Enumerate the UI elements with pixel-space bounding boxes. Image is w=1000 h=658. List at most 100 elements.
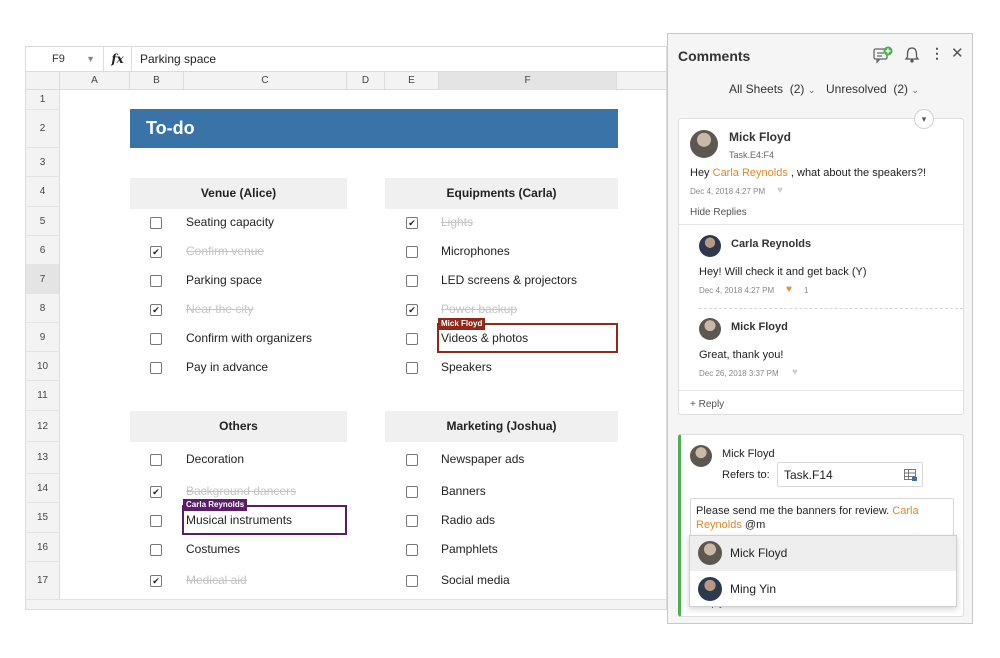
cell-reference-link[interactable]: Task.E4:F4 xyxy=(729,150,774,160)
refers-to-field[interactable]: Task.F14 xyxy=(777,462,923,487)
mention[interactable]: Carla Reynolds xyxy=(713,167,788,179)
reply-link[interactable]: + Reply xyxy=(690,399,724,410)
task-checkbox[interactable] xyxy=(150,333,162,345)
row-header[interactable]: 12 xyxy=(26,411,60,442)
row-header[interactable]: 10 xyxy=(26,352,60,381)
task-label[interactable]: Confirm with organizers xyxy=(186,331,312,345)
task-checkbox[interactable] xyxy=(150,575,162,587)
row-header[interactable]: 15 xyxy=(26,503,60,533)
formula-input[interactable]: Parking space xyxy=(140,47,216,72)
task-checkbox[interactable] xyxy=(150,486,162,498)
task-checkbox[interactable] xyxy=(150,304,162,316)
task-checkbox[interactable] xyxy=(406,217,418,229)
task-label[interactable]: Medical aid xyxy=(186,573,247,587)
task-label[interactable]: Background dancers xyxy=(186,484,296,498)
chevron-down-icon[interactable]: ▼ xyxy=(86,47,95,72)
task-checkbox[interactable] xyxy=(150,454,162,466)
row-header[interactable]: 8 xyxy=(26,294,60,323)
task-checkbox[interactable] xyxy=(406,333,418,345)
task-label[interactable]: Costumes xyxy=(186,542,240,556)
task-label[interactable]: Lights xyxy=(441,215,473,229)
task-checkbox[interactable] xyxy=(150,362,162,374)
heart-icon[interactable]: ♥ xyxy=(777,185,783,196)
task-label[interactable]: Near the city xyxy=(186,302,253,316)
range-select-icon[interactable] xyxy=(904,469,917,481)
task-checkbox[interactable] xyxy=(150,275,162,287)
column-header-e[interactable]: E xyxy=(385,72,439,90)
close-icon[interactable]: ✕ xyxy=(951,44,964,62)
column-header-b[interactable]: B xyxy=(130,72,184,90)
task-checkbox[interactable] xyxy=(406,304,418,316)
task-checkbox[interactable] xyxy=(150,246,162,258)
refers-to-value: Task.F14 xyxy=(784,468,833,482)
task-checkbox[interactable] xyxy=(406,486,418,498)
row-header[interactable]: 2 xyxy=(26,110,60,148)
filter-all-sheets[interactable]: All Sheets (2) ⌄ xyxy=(729,82,815,96)
mention-suggestions: Mick Floyd Ming Yin xyxy=(689,535,957,607)
row-header[interactable]: 6 xyxy=(26,236,60,265)
heart-icon[interactable]: ♥ xyxy=(792,367,798,378)
task-label[interactable]: LED screens & projectors xyxy=(441,273,577,287)
row-header[interactable]: 16 xyxy=(26,533,60,562)
column-header-c[interactable]: C xyxy=(184,72,347,90)
task-label[interactable]: Seating capacity xyxy=(186,215,274,229)
filter-unresolved[interactable]: Unresolved (2) ⌄ xyxy=(826,82,919,96)
row-header[interactable]: 9 xyxy=(26,323,60,352)
section-header-venue[interactable]: Venue (Alice) xyxy=(130,178,347,209)
task-checkbox[interactable] xyxy=(406,454,418,466)
mention[interactable]: Reynolds xyxy=(696,519,742,531)
task-label[interactable]: Speakers xyxy=(441,360,492,374)
suggestion-item[interactable]: Ming Yin xyxy=(690,572,956,606)
row-header[interactable]: 11 xyxy=(26,381,60,411)
more-options-icon[interactable]: ⋮ xyxy=(930,45,944,62)
column-header-a[interactable]: A xyxy=(60,72,130,90)
row-header[interactable]: 1 xyxy=(26,90,60,110)
task-checkbox[interactable] xyxy=(406,575,418,587)
collapse-thread-icon[interactable]: ▾ xyxy=(914,109,934,129)
row-header[interactable]: 4 xyxy=(26,177,60,207)
row-header[interactable]: 3 xyxy=(26,148,60,177)
heart-icon[interactable]: ♥ xyxy=(786,284,792,295)
cell-reference-box[interactable]: F9 ▼ xyxy=(26,47,104,72)
select-all-corner[interactable] xyxy=(26,72,60,90)
task-checkbox[interactable] xyxy=(406,275,418,287)
task-label[interactable]: Microphones xyxy=(441,244,510,258)
task-label[interactable]: Banners xyxy=(441,484,486,498)
divider xyxy=(679,390,963,391)
add-comment-icon[interactable] xyxy=(873,46,893,64)
divider xyxy=(699,308,963,309)
task-label[interactable]: Pamphlets xyxy=(441,542,498,556)
task-checkbox[interactable] xyxy=(406,515,418,527)
column-header-d[interactable]: D xyxy=(347,72,385,90)
hide-replies-link[interactable]: Hide Replies xyxy=(690,207,747,218)
task-checkbox[interactable] xyxy=(406,544,418,556)
horizontal-scrollbar[interactable] xyxy=(26,599,666,609)
column-header-f[interactable]: F xyxy=(439,72,617,90)
task-checkbox[interactable] xyxy=(406,246,418,258)
task-label[interactable]: Power backup xyxy=(441,302,517,316)
task-label[interactable]: Newspaper ads xyxy=(441,452,524,466)
row-header[interactable]: 7 xyxy=(26,265,60,294)
row-header[interactable]: 5 xyxy=(26,207,60,236)
row-header[interactable]: 14 xyxy=(26,474,60,503)
task-label[interactable]: Social media xyxy=(441,573,510,587)
section-header-equipments[interactable]: Equipments (Carla) xyxy=(385,178,618,209)
section-header-others[interactable]: Others xyxy=(130,411,347,442)
task-checkbox[interactable] xyxy=(150,217,162,229)
task-checkbox[interactable] xyxy=(150,544,162,556)
task-label[interactable]: Parking space xyxy=(186,273,262,287)
task-label[interactable]: Decoration xyxy=(186,452,244,466)
filter-sheets-count: (2) xyxy=(789,82,805,96)
suggestion-item[interactable]: Mick Floyd xyxy=(690,536,956,571)
task-checkbox[interactable] xyxy=(150,515,162,527)
task-label[interactable]: Pay in advance xyxy=(186,360,268,374)
section-header-marketing[interactable]: Marketing (Joshua) xyxy=(385,411,618,442)
bell-icon[interactable] xyxy=(904,46,920,64)
row-header[interactable]: 17 xyxy=(26,562,60,600)
row-header[interactable]: 13 xyxy=(26,442,60,474)
task-label[interactable]: Confirm venue xyxy=(186,244,264,258)
task-label[interactable]: Radio ads xyxy=(441,513,495,527)
mention[interactable]: Carla xyxy=(892,505,918,517)
task-checkbox[interactable] xyxy=(406,362,418,374)
sheet-title[interactable]: To-do xyxy=(130,109,618,148)
